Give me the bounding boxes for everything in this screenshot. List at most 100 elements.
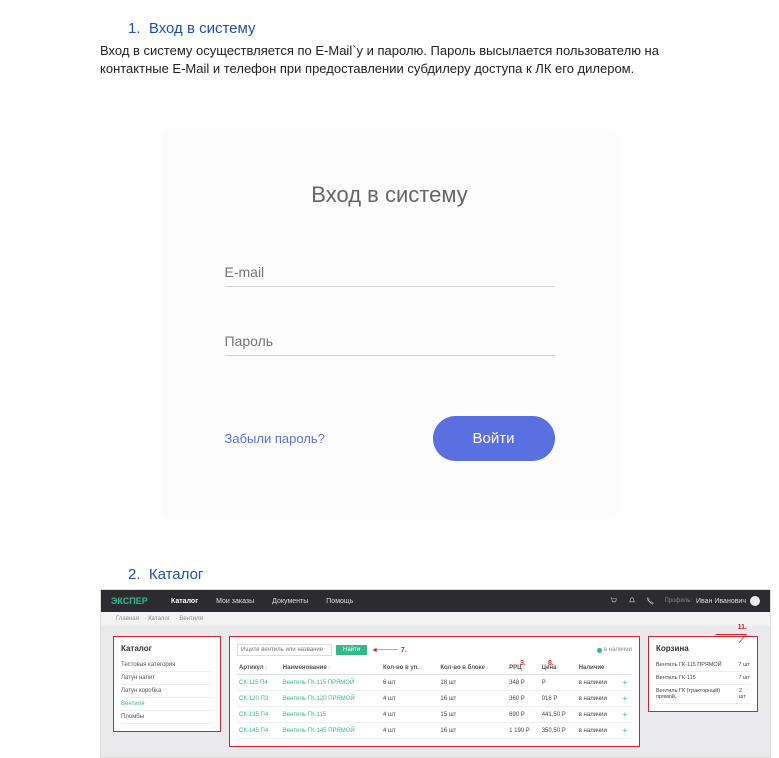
callout-3: 3.	[520, 660, 526, 667]
avatar-icon	[750, 596, 760, 606]
cell-pack: 4 шт	[381, 723, 438, 739]
cell-rrc: 1 190 Р	[507, 723, 540, 739]
table-row: СК-135 П4 Вентиль ГК-115 4 шт 15 шт 690 …	[237, 707, 632, 723]
cell-price: 441,50 Р	[540, 707, 577, 723]
cell-box: 15 шт	[438, 707, 507, 723]
add-to-cart-icon[interactable]: +	[623, 678, 628, 687]
nav-orders[interactable]: Мои заказы	[216, 598, 254, 605]
stock-filter-label: в наличии	[604, 647, 632, 653]
password-field[interactable]	[225, 327, 555, 356]
sidebar-item[interactable]: Тестовая категория	[121, 659, 213, 672]
section-1-title: Вход в систему	[149, 20, 256, 37]
user-label: Профиль:	[664, 598, 692, 604]
user-name: Иван Иванович	[696, 598, 746, 605]
cell-box: 16 шт	[438, 723, 507, 739]
cell-article[interactable]: СК-115 П4	[237, 675, 281, 691]
cart-icon[interactable]	[610, 597, 618, 605]
nav-catalog[interactable]: Каталог	[171, 598, 198, 605]
email-field[interactable]	[225, 258, 555, 287]
add-to-cart-icon[interactable]: +	[623, 694, 628, 703]
add-to-cart-icon[interactable]: +	[623, 710, 628, 719]
phone-icon[interactable]	[646, 597, 654, 605]
cell-stock: в наличии	[577, 707, 621, 723]
login-card: Вход в систему Забыли пароль? Войти	[165, 132, 615, 516]
sidebar-item-active[interactable]: Вентиля	[121, 698, 213, 711]
cell-article[interactable]: СК-145 П4	[237, 723, 281, 739]
topbar-icons	[610, 597, 654, 605]
cart-item-qty: 7 шт	[738, 662, 750, 668]
sidebar-item[interactable]: Пломбы	[121, 711, 213, 724]
callout-arrow: ◄─────	[371, 647, 397, 654]
section-2-title: Каталог	[149, 566, 204, 583]
cell-rrc: 690 Р	[507, 707, 540, 723]
th-pack[interactable]: Кол-во в уп.↕	[381, 662, 438, 675]
bell-icon[interactable]	[628, 597, 636, 605]
nav-documents[interactable]: Документы	[272, 598, 308, 605]
cell-price: 016 Р	[540, 691, 577, 707]
cell-name[interactable]: Вентиль ГК-115 ПРЯМОЙ	[281, 675, 381, 691]
cart-item-qty: 2 шт	[739, 688, 750, 700]
cell-article[interactable]: СК-120 П3	[237, 691, 281, 707]
cell-pack: 6 шт	[381, 675, 438, 691]
catalog-main: Найти ◄───── 7. в наличии 3. 8. Артикул	[229, 636, 640, 747]
nav: Каталог Мои заказы Документы Помощь	[171, 598, 610, 605]
cell-name[interactable]: Вентиль ГК-115	[281, 707, 381, 723]
catalog-screenshot: ЭКСПЕР Каталог Мои заказы Документы Помо…	[100, 589, 771, 758]
stock-dot-icon	[597, 648, 602, 653]
logo: ЭКСПЕР	[111, 596, 171, 606]
th-box[interactable]: Кол-во в блоке↕	[438, 662, 507, 675]
user-menu[interactable]: Профиль: Иван Иванович	[664, 596, 760, 606]
login-button[interactable]: Войти	[433, 416, 555, 461]
cart-item: Вентиль ГК-115 7 шт	[656, 672, 750, 685]
callout-7: 7.	[401, 647, 407, 654]
th-article[interactable]: Артикул↕	[237, 662, 281, 675]
breadcrumb-current: Вентиля	[179, 616, 203, 622]
cell-article[interactable]: СК-135 П4	[237, 707, 281, 723]
cart-item-name: Вентиль ГК-115	[656, 675, 696, 681]
sort-icon: ↕	[328, 665, 331, 671]
cart-item: Вентиль ГК (тракторный) прямой, 2 шт	[656, 685, 750, 704]
breadcrumb-home[interactable]: Главная	[116, 616, 139, 622]
th-stock[interactable]: Наличие↕	[577, 662, 621, 675]
section-2-heading: 2. Каталог	[128, 566, 779, 583]
forgot-password-link[interactable]: Забыли пароль?	[225, 431, 325, 446]
breadcrumb-catalog[interactable]: Каталог	[148, 616, 170, 622]
nav-help[interactable]: Помощь	[326, 598, 353, 605]
cell-price: 350,50 Р	[540, 723, 577, 739]
catalog-search-button[interactable]: Найти	[336, 645, 367, 655]
th-price[interactable]: Цена↕	[540, 662, 577, 675]
section-1-heading: 1. Вход в систему	[128, 20, 779, 37]
th-name[interactable]: Наименование↕	[281, 662, 381, 675]
table-row: СК-145 П4 Вентиль ГК-145 ПРЯМОЙ 4 шт 16 …	[237, 723, 632, 739]
cart-item-name: Вентиль ГК (тракторный) прямой,	[656, 688, 739, 700]
cell-name[interactable]: Вентиль ГК-145 ПРЯМОЙ	[281, 723, 381, 739]
cell-box: 18 шт	[438, 675, 507, 691]
catalog-sidebar: Каталог Тестовая категория Латун напит Л…	[113, 636, 221, 732]
sidebar-title: Каталог	[121, 644, 213, 653]
catalog-table: Артикул↕ Наименование↕ Кол-во в уп.↕ Кол…	[237, 662, 632, 739]
cart-item-qty: 7 шт	[738, 675, 750, 681]
stock-filter[interactable]: в наличии	[597, 647, 632, 653]
cart-item-name: Вентиль ГК-115 ПРЯМОЙ	[656, 662, 722, 668]
add-to-cart-icon[interactable]: +	[623, 726, 628, 735]
topbar: ЭКСПЕР Каталог Мои заказы Документы Помо…	[101, 590, 770, 612]
sidebar-item[interactable]: Латун напит	[121, 672, 213, 685]
cell-stock: в наличии	[577, 691, 621, 707]
table-row: СК-115 П4 Вентиль ГК-115 ПРЯМОЙ 6 шт 18 …	[237, 675, 632, 691]
callout-8: 8.	[548, 660, 554, 667]
cell-rrc: 360 Р	[507, 691, 540, 707]
callout-11: 11.	[738, 624, 747, 631]
cart-panel: 11. Корзина Вентиль ГК-115 ПРЯМОЙ 7 шт В…	[648, 636, 758, 712]
cart-title: Корзина	[656, 644, 750, 653]
cell-name[interactable]: Вентиль ГК-120 ПРЯМОЙ	[281, 691, 381, 707]
cell-stock: в наличии	[577, 675, 621, 691]
cell-stock: в наличии	[577, 723, 621, 739]
sort-icon: ↕	[486, 665, 489, 671]
cell-pack: 4 шт	[381, 691, 438, 707]
catalog-search-input[interactable]	[237, 644, 332, 656]
sort-icon: ↕	[265, 665, 268, 671]
sort-icon: ↕	[605, 665, 608, 671]
table-row: СК-120 П3 Вентиль ГК-120 ПРЯМОЙ 4 шт 16 …	[237, 691, 632, 707]
sidebar-item[interactable]: Латун коробка	[121, 685, 213, 698]
breadcrumb: Главная · Каталог · Вентиля	[101, 612, 770, 626]
